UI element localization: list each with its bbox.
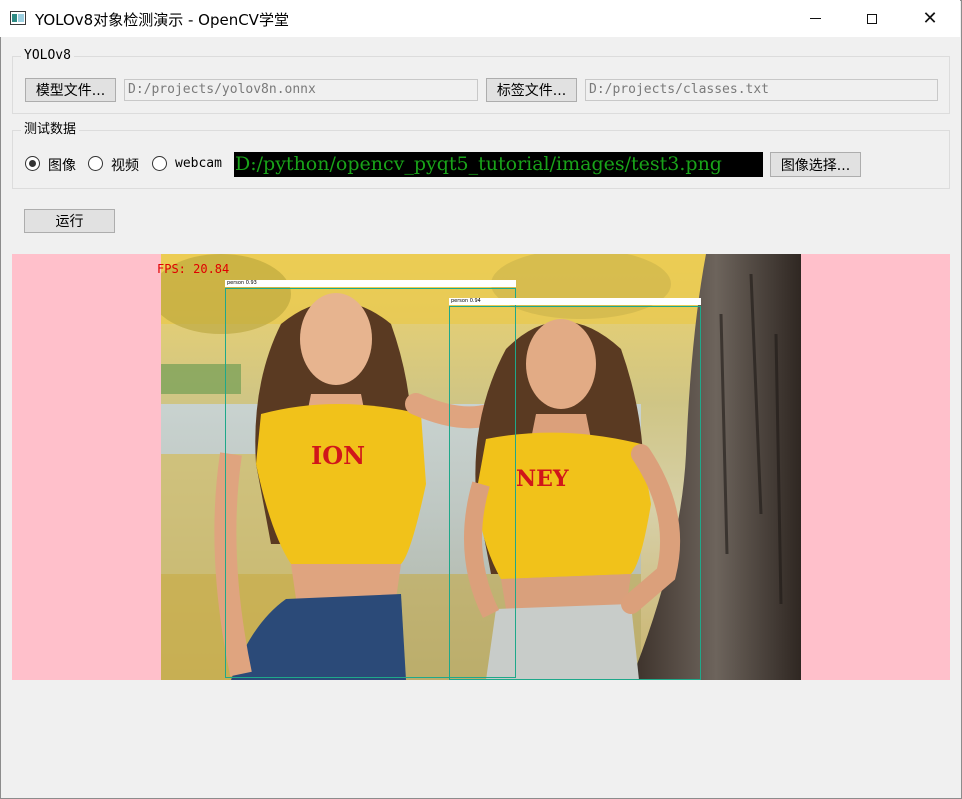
video-radio[interactable]: [88, 156, 103, 171]
webcam-radio[interactable]: [152, 156, 167, 171]
webcam-radio-label: webcam: [175, 156, 222, 171]
label-file-button[interactable]: 标签文件...: [486, 78, 577, 102]
maximize-button[interactable]: [849, 0, 895, 37]
window-title: YOLOv8对象检测演示 - OpenCV学堂: [35, 11, 289, 29]
test-group-title: 测试数据: [21, 122, 80, 138]
detection-box: [449, 306, 701, 680]
image-radio-label: 图像: [48, 158, 76, 174]
title-bar[interactable]: YOLOv8对象检测演示 - OpenCV学堂 ✕: [0, 0, 960, 37]
image-select-button[interactable]: 图像选择...: [770, 152, 861, 177]
minimize-button[interactable]: [792, 0, 838, 37]
fps-overlay: FPS: 20.84: [157, 262, 230, 276]
image-path-display: D:/python/opencv_pyqt5_tutorial/images/t…: [234, 152, 763, 177]
label-path-field[interactable]: D:/projects/classes.txt: [585, 79, 938, 101]
maximize-icon: [867, 13, 877, 24]
detection-label: person 0.93: [225, 280, 516, 287]
detection-label: person 0.94: [449, 298, 701, 305]
minimize-icon: [809, 18, 821, 19]
model-file-button[interactable]: 模型文件...: [25, 78, 116, 102]
model-path-field[interactable]: D:/projects/yolov8n.onnx: [124, 79, 478, 101]
run-button[interactable]: 运行: [24, 209, 115, 233]
model-group-title: YOLOv8: [21, 48, 74, 64]
image-radio[interactable]: [25, 156, 40, 171]
close-icon: ✕: [922, 7, 938, 29]
app-icon: [10, 11, 26, 25]
close-button[interactable]: ✕: [907, 0, 953, 37]
video-radio-label: 视频: [111, 158, 139, 174]
